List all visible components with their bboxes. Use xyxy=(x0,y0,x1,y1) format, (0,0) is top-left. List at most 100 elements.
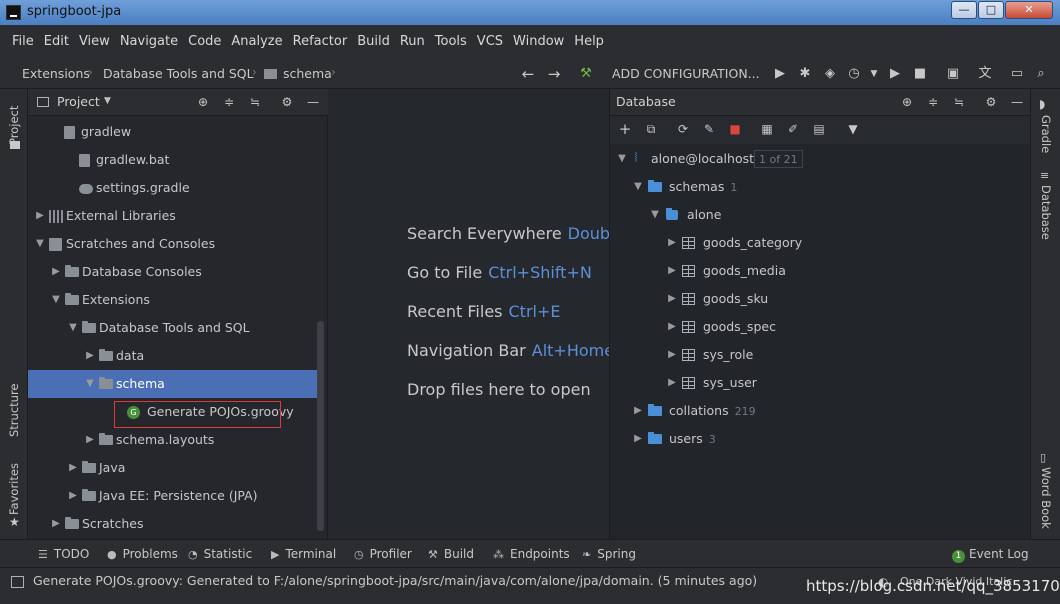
menu-window[interactable]: Window xyxy=(511,25,566,59)
chevron-down-icon[interactable]: ▼ xyxy=(84,370,96,398)
collapse-all-icon[interactable]: ≒ xyxy=(248,95,262,109)
favorites-tool-tab[interactable]: Favorites xyxy=(7,463,21,515)
menu-build[interactable]: Build xyxy=(355,25,392,59)
breadcrumb-extensions[interactable]: Extensions xyxy=(22,66,90,81)
tree-item[interactable]: ▶ schema.layouts xyxy=(28,426,318,454)
duplicate-icon[interactable]: ⧉ xyxy=(644,122,658,136)
menu-refactor[interactable]: Refactor xyxy=(291,25,350,59)
locate-icon[interactable]: ⊕ xyxy=(196,95,210,109)
tree-item[interactable]: ▶ data xyxy=(28,342,318,370)
wordbook-tool-tab[interactable]: Word Book xyxy=(1039,467,1053,533)
tree-item[interactable]: ▶ Database Consoles xyxy=(28,258,318,286)
run-configuration-selector[interactable]: ADD CONFIGURATION... xyxy=(612,66,760,81)
table-row[interactable]: ▶ goods_category xyxy=(610,229,1030,257)
schemas-row[interactable]: ▼ schemas 1 xyxy=(610,173,1030,201)
gradle-tool-tab[interactable]: Gradle xyxy=(1039,115,1053,155)
forward-arrow-icon[interactable]: → xyxy=(546,66,562,82)
table-row[interactable]: ▶ goods_sku xyxy=(610,285,1030,313)
chevron-down-icon[interactable]: ▼ xyxy=(866,66,882,82)
edit-icon[interactable]: ✐ xyxy=(786,122,800,136)
profiler-tool[interactable]: ◷ Profiler xyxy=(354,540,412,569)
search-icon[interactable]: ⌕ xyxy=(1033,66,1049,82)
endpoints-tool[interactable]: ⁂ Endpoints xyxy=(493,540,570,569)
chevron-right-icon[interactable]: ▶ xyxy=(632,425,644,453)
chevron-right-icon[interactable]: ▶ xyxy=(67,454,79,482)
tree-item[interactable]: gradlew.bat xyxy=(28,146,318,174)
tree-item[interactable]: ▶ External Libraries xyxy=(28,202,318,230)
table-row[interactable]: ▶ sys_user xyxy=(610,369,1030,397)
build-tool[interactable]: ⚒ Build xyxy=(428,540,474,569)
refresh-icon[interactable]: ⟳ xyxy=(676,122,690,136)
chevron-right-icon[interactable]: ▶ xyxy=(632,397,644,425)
translate-icon[interactable]: 文 xyxy=(977,66,993,82)
chevron-down-icon[interactable]: ▼ xyxy=(649,201,661,229)
gear-icon[interactable]: ⚙ xyxy=(984,95,998,109)
menu-navigate[interactable]: Navigate xyxy=(118,25,180,59)
menu-view[interactable]: View xyxy=(77,25,112,59)
project-structure-icon[interactable]: ▣ xyxy=(945,66,961,82)
chevron-right-icon[interactable]: ▶ xyxy=(666,369,678,397)
stop-icon[interactable]: ■ xyxy=(912,66,928,82)
chevron-right-icon[interactable]: ▶ xyxy=(666,257,678,285)
table-row[interactable]: ▶ goods_spec xyxy=(610,313,1030,341)
hide-icon[interactable]: — xyxy=(1010,95,1024,109)
stop-icon[interactable]: ■ xyxy=(728,122,742,136)
tree-item[interactable]: settings.gradle xyxy=(28,174,318,202)
profile-icon[interactable]: ◷ xyxy=(846,66,862,82)
structure-tool-tab[interactable]: Structure xyxy=(7,377,21,438)
tree-item[interactable]: ▼ Extensions xyxy=(28,286,318,314)
hide-icon[interactable]: — xyxy=(306,95,320,109)
add-icon[interactable]: + xyxy=(618,122,632,137)
table-row[interactable]: ▶ sys_role xyxy=(610,341,1030,369)
chevron-down-icon[interactable]: ▼ xyxy=(34,230,46,258)
chevron-right-icon[interactable]: ▶ xyxy=(666,341,678,369)
run-anything-icon[interactable]: ▶ xyxy=(887,66,903,82)
menu-code[interactable]: Code xyxy=(186,25,223,59)
schema-selector-badge[interactable]: 1 of 21 xyxy=(754,150,803,168)
menu-help[interactable]: Help xyxy=(572,25,606,59)
chevron-down-icon[interactable]: ▼ xyxy=(67,314,79,342)
table-row[interactable]: ▶ goods_media xyxy=(610,257,1030,285)
menu-file[interactable]: File xyxy=(10,25,36,59)
gear-icon[interactable]: ⚙ xyxy=(280,95,294,109)
chevron-right-icon[interactable]: ▶ xyxy=(50,258,62,286)
tree-item[interactable]: ▶ Java EE: Persistence (JPA) xyxy=(28,482,318,510)
spring-tool[interactable]: ❧ Spring xyxy=(582,540,636,569)
menu-run[interactable]: Run xyxy=(398,25,427,59)
statistic-tool[interactable]: ◔ Statistic xyxy=(188,540,252,569)
todo-tool[interactable]: ☰ TODO xyxy=(38,540,89,569)
maximize-button[interactable]: □ xyxy=(978,1,1004,19)
sql-console-icon[interactable]: ▤ xyxy=(812,122,826,136)
debug-icon[interactable]: ✱ xyxy=(797,66,813,82)
breadcrumb-schema[interactable]: schema xyxy=(283,66,332,81)
expand-all-icon[interactable]: ≑ xyxy=(222,95,236,109)
chevron-right-icon[interactable]: ▶ xyxy=(50,510,62,538)
problems-tool[interactable]: ● Problems xyxy=(107,540,178,569)
properties-icon[interactable]: ✎ xyxy=(702,122,716,136)
chevron-down-icon[interactable]: ▼ xyxy=(50,286,62,314)
chevron-down-icon[interactable]: ▼ xyxy=(104,96,111,106)
chevron-right-icon[interactable]: ▶ xyxy=(666,313,678,341)
tree-item[interactable]: ▶ Java xyxy=(28,454,318,482)
chevron-right-icon[interactable]: ▶ xyxy=(666,229,678,257)
chevron-right-icon[interactable]: ▶ xyxy=(666,285,678,313)
minimize-button[interactable]: — xyxy=(951,1,977,19)
close-button[interactable]: ✕ xyxy=(1005,1,1053,19)
project-view-selector[interactable]: Project xyxy=(57,94,100,109)
menu-edit[interactable]: Edit xyxy=(42,25,71,59)
status-message[interactable]: Generate POJOs.groovy: Generated to F:/a… xyxy=(33,573,757,588)
expand-all-icon[interactable]: ≑ xyxy=(926,95,940,109)
chevron-right-icon[interactable]: ▶ xyxy=(34,202,46,230)
project-tool-tab[interactable]: Project xyxy=(7,97,21,145)
back-arrow-icon[interactable]: ← xyxy=(520,66,536,82)
terminal-tool[interactable]: ▶ Terminal xyxy=(271,540,336,569)
coverage-icon[interactable]: ◈ xyxy=(822,66,838,82)
schema-row[interactable]: ▼ alone xyxy=(610,201,1030,229)
chevron-right-icon[interactable]: ▶ xyxy=(84,426,96,454)
table-editor-icon[interactable]: ▦ xyxy=(760,122,774,136)
tree-item[interactable]: ▼ Database Tools and SQL xyxy=(28,314,318,342)
presentation-icon[interactable]: ▭ xyxy=(1009,66,1025,82)
chevron-right-icon[interactable]: ▶ xyxy=(67,482,79,510)
breadcrumb-database-tools[interactable]: Database Tools and SQL xyxy=(103,66,254,81)
chevron-down-icon[interactable]: ▼ xyxy=(632,173,644,201)
